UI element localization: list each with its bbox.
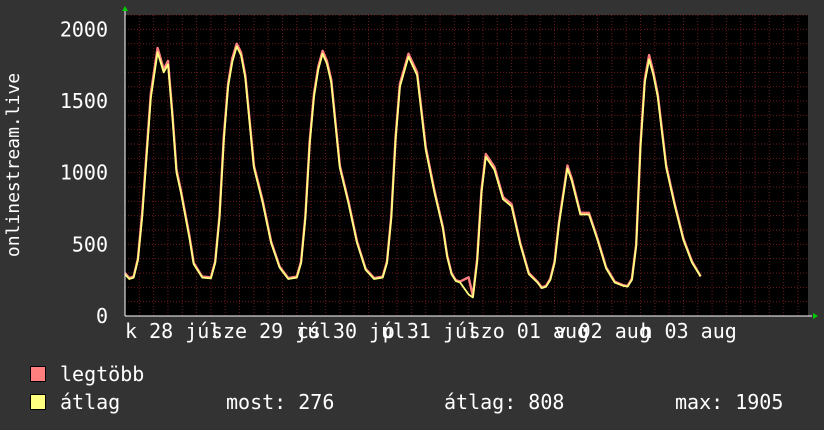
legend-item-avg: átlag <box>30 390 120 414</box>
stat-current: most: 276 <box>226 390 335 414</box>
y-tick-label: 0 <box>96 304 108 328</box>
y-tick-label: 500 <box>72 232 108 256</box>
legend-swatch-max <box>30 366 46 382</box>
x-tick-label: v 02 aug <box>555 319 651 343</box>
legend-swatch-avg <box>30 394 46 410</box>
legend-label-avg: átlag <box>60 390 121 414</box>
stat-max: max: 1905 <box>675 390 784 414</box>
legend-label-max: legtöbb <box>60 362 145 386</box>
y-tick-label: 1000 <box>60 161 108 185</box>
plot-area <box>125 15 808 316</box>
x-tick-label: h 03 aug <box>640 319 736 343</box>
legend-item-max: legtöbb <box>30 362 144 386</box>
y-tick-label: 2000 <box>60 17 108 41</box>
y-axis-label: onlinestream.live <box>3 73 24 257</box>
y-axis-arrow-icon <box>122 6 128 11</box>
x-tick-label: k 28 júl <box>125 319 221 343</box>
x-axis-arrow-icon <box>813 313 818 319</box>
y-tick-label: 1500 <box>60 89 108 113</box>
stat-average: átlag: 808 <box>444 390 565 414</box>
x-tick-label: p 31 júl <box>383 319 479 343</box>
chart: 0500100015002000k 28 júlsze 29 júlcs 30 … <box>3 6 818 343</box>
